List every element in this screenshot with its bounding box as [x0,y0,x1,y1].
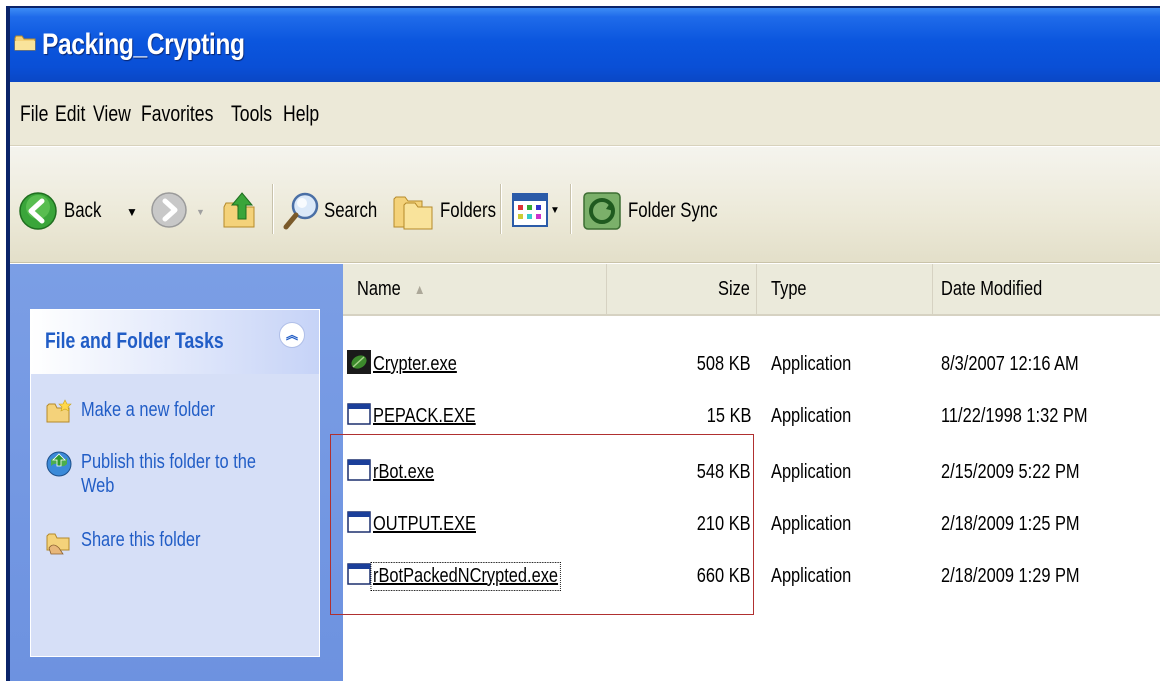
file-name: Crypter.exe [373,353,457,375]
file-name: PEPACK.EXE [373,405,476,427]
folders-label: Folders [440,199,497,222]
column-label: Size [718,277,750,300]
column-name[interactable]: Name ▲ [343,264,607,314]
task-label: Publish this folder to the Web [81,451,257,497]
toolbar-separator [272,184,274,234]
file-date: 8/3/2007 12:16 AM [941,353,1079,375]
search-icon [283,192,319,230]
task-pane: File and Folder Tasks ︽ Make a new folde… [10,264,343,681]
window-title: Packing_Crypting [42,28,245,61]
collapse-chevron-icon[interactable]: ︽ [279,322,305,348]
file-date: 2/18/2009 1:25 PM [941,513,1080,535]
menu-edit[interactable]: Edit [55,101,85,127]
crypter-app-icon [347,350,371,374]
up-folder-icon [223,192,255,228]
tasks-panel-title: File and Folder Tasks [45,328,224,353]
toolbar-separator [570,184,572,234]
task-label: Make a new folder [81,399,216,421]
menu-view[interactable]: View [93,101,131,127]
up-folder-button[interactable] [220,187,260,231]
column-label: Name [357,277,401,300]
file-date: 2/18/2009 1:29 PM [941,565,1080,587]
views-dropdown-icon: ▼ [550,204,560,216]
publish-web-icon [46,451,72,477]
forward-arrow-icon [151,192,187,228]
folders-icon [393,196,433,230]
menu-favorites[interactable]: Favorites [141,101,213,127]
back-dropdown-icon[interactable]: ▼ [126,205,138,219]
title-bar[interactable]: Packing_Crypting [10,8,1160,82]
file-type: Application [771,565,852,587]
file-row-crypter[interactable]: Crypter.exe 508 KB Application 8/3/2007 … [343,340,1160,390]
file-type: Application [771,461,852,483]
task-share-folder[interactable]: Share this folder [45,528,311,556]
file-date: 11/22/1998 1:32 PM [941,405,1088,427]
folders-button[interactable]: Folders [392,191,510,231]
folder-icon [14,35,36,51]
column-label: Date Modified [941,277,1043,300]
application-icon [347,403,371,425]
sort-ascending-icon: ▲ [414,281,426,297]
views-button[interactable]: ▼ [512,193,560,227]
back-button[interactable]: Back [18,191,111,231]
menu-bar: File Edit View Favorites Tools Help [10,82,1160,146]
toolbar: Back ▼ ▼ Search Folders ▼ Folder Sync [10,147,1160,263]
task-make-new-folder[interactable]: Make a new folder [45,398,311,426]
views-icon [512,193,548,227]
menu-tools[interactable]: Tools [231,101,272,127]
file-type: Application [771,513,852,535]
back-arrow-icon [19,192,57,230]
file-size: 15 KB [706,405,751,427]
column-header-row: Name ▲ Size Type Date Modified [343,264,1160,316]
menu-help[interactable]: Help [283,101,319,127]
column-size[interactable]: Size [607,264,757,314]
file-type: Application [771,405,852,427]
task-label: Share this folder [81,529,201,551]
column-label: Type [771,277,807,300]
file-date: 2/15/2009 5:22 PM [941,461,1080,483]
folder-sync-label: Folder Sync [628,199,718,222]
back-label: Back [64,199,102,222]
highlight-annotation-box [330,434,754,615]
share-folder-icon [46,533,70,555]
file-size: 508 KB [697,353,751,375]
menu-file[interactable]: File [20,101,48,127]
column-type[interactable]: Type [757,264,933,314]
tasks-panel-header[interactable]: File and Folder Tasks ︽ [31,310,319,374]
column-date-modified[interactable]: Date Modified [933,264,1160,314]
task-publish-folder-web[interactable]: Publish this folder to the Web [45,450,311,498]
forward-button[interactable] [150,191,188,229]
toolbar-separator [500,184,502,234]
folder-sync-button[interactable]: Folder Sync [582,191,740,231]
search-button[interactable]: Search [282,191,391,231]
file-folder-tasks-panel: File and Folder Tasks ︽ Make a new folde… [30,309,320,657]
folder-sync-icon [583,192,621,230]
search-label: Search [324,199,378,222]
new-folder-icon [46,399,72,423]
file-type: Application [771,353,852,375]
forward-dropdown-icon[interactable]: ▼ [196,207,205,217]
